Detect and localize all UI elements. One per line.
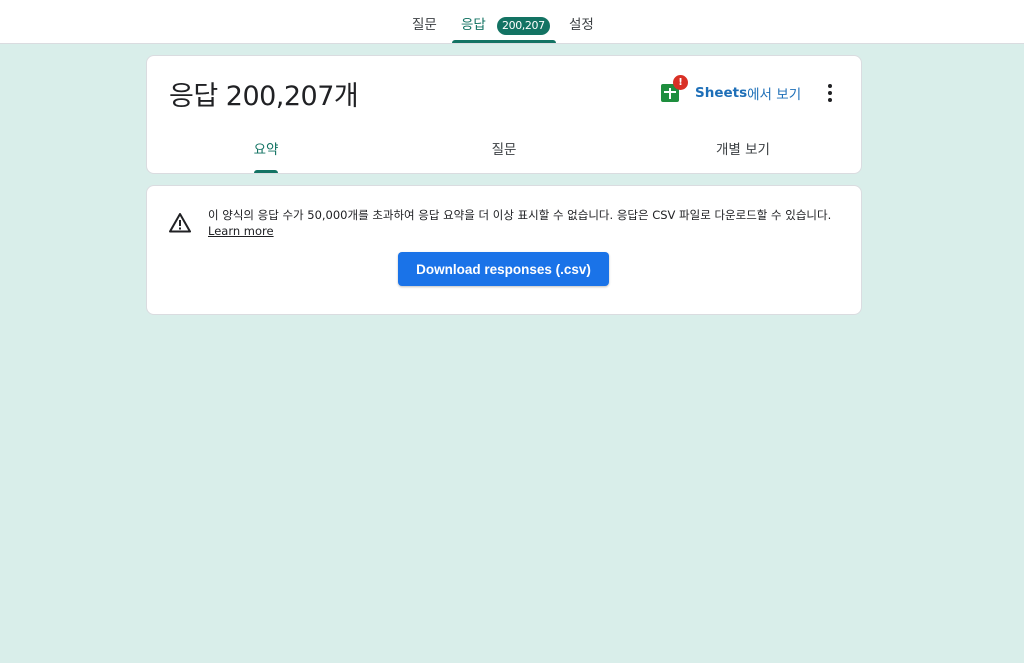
learn-more-link[interactable]: Learn more — [208, 224, 274, 238]
response-view-tabs: 요약 질문 개별 보기 — [147, 136, 861, 173]
warning-icon — [169, 212, 191, 234]
sheets-link-suffix: 에서 보기 — [747, 87, 802, 103]
more-vert-icon[interactable] — [822, 82, 838, 104]
subtab-questions[interactable]: 질문 — [483, 136, 525, 173]
alert-badge-icon: ! — [673, 75, 688, 90]
subtab-summary[interactable]: 요약 — [245, 136, 287, 173]
subtab-summary-label: 요약 — [253, 142, 279, 158]
notice-message: 이 양식의 응답 수가 50,000개를 초과하여 응답 요약을 더 이상 표시… — [208, 207, 842, 239]
sheets-brand-label: Sheets — [695, 85, 748, 101]
active-subtab-indicator — [254, 170, 278, 173]
active-tab-indicator — [452, 40, 556, 43]
page-title: 응답 200,207개 — [169, 81, 359, 112]
download-responses-button[interactable]: Download responses (.csv) — [398, 252, 609, 286]
view-in-sheets-link[interactable]: ! Sheets 에서 보기 — [661, 75, 802, 106]
tab-questions[interactable]: 질문 — [412, 0, 437, 43]
subtab-individual[interactable]: 개별 보기 — [703, 136, 783, 173]
top-navigation: 질문 응답 200,207 설정 — [0, 0, 1024, 44]
notice-text: 이 양식의 응답 수가 50,000개를 초과하여 응답 요약을 더 이상 표시… — [208, 208, 832, 222]
responses-header-card: 응답 200,207개 ! Sheets 에서 보기 요약 질문 개별 보기 — [146, 55, 862, 174]
sheets-icon: ! — [661, 75, 688, 102]
tab-settings[interactable]: 설정 — [569, 0, 594, 43]
summary-unavailable-card: 이 양식의 응답 수가 50,000개를 초과하여 응답 요약을 더 이상 표시… — [146, 185, 862, 315]
response-count-badge: 200,207 — [497, 17, 550, 35]
tab-responses[interactable]: 응답 200,207 — [452, 0, 556, 43]
